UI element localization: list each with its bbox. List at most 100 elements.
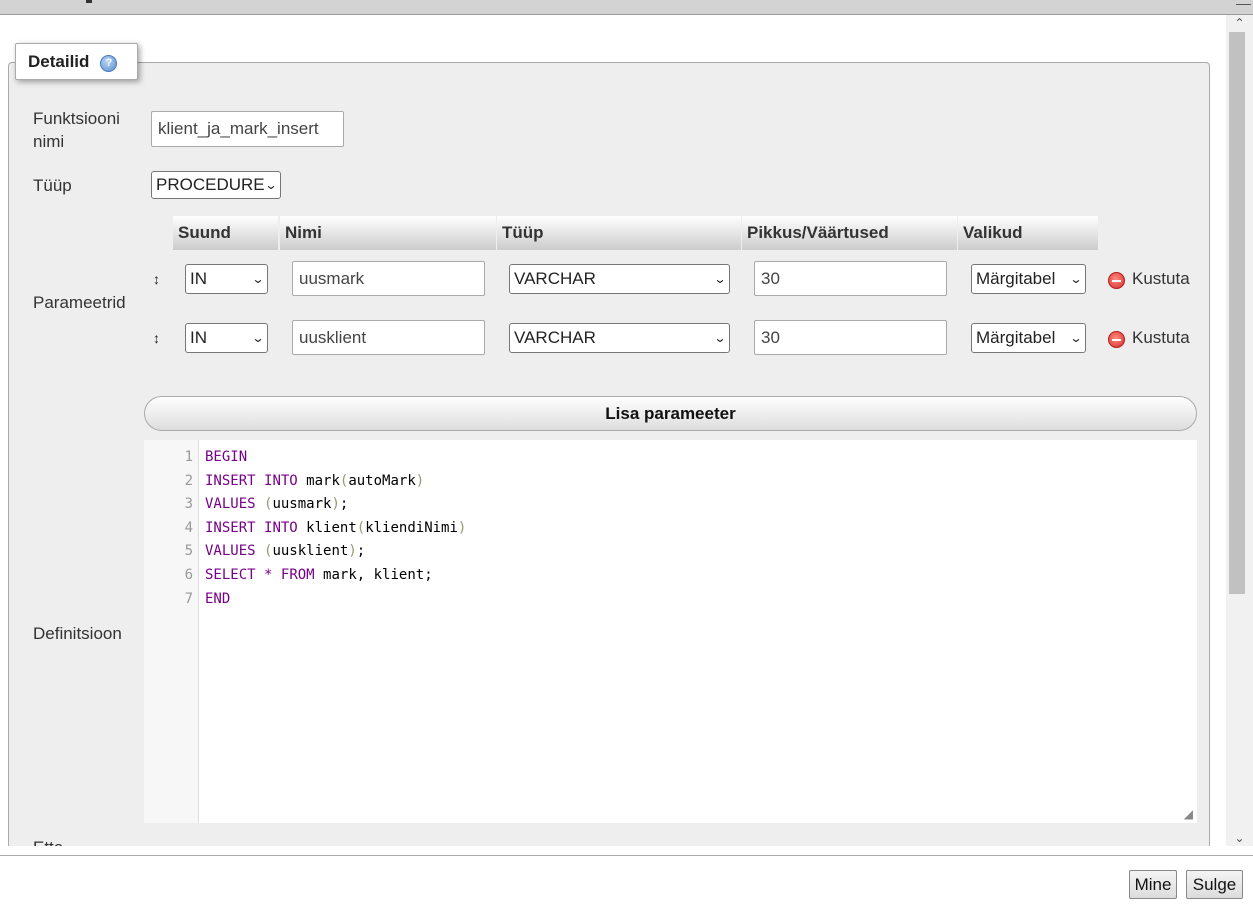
go-button[interactable]: Mine xyxy=(1129,870,1177,899)
parameters-label: Parameetrid xyxy=(33,293,126,312)
sql-bracket: ) xyxy=(348,543,357,559)
help-icon[interactable]: ? xyxy=(100,54,118,72)
delete-param-link[interactable]: Kustuta xyxy=(1132,328,1190,348)
line-number: 3 xyxy=(184,496,193,512)
details-legend: Detailid ? xyxy=(15,43,138,80)
sql-identifier: mark xyxy=(306,473,340,489)
line-number: 7 xyxy=(184,591,193,607)
sql-identifier: klient xyxy=(306,520,357,536)
code-line: BEGIN xyxy=(205,449,247,465)
resize-handle-icon[interactable]: ◢ xyxy=(1184,807,1193,821)
col-header-type: Tüüp xyxy=(497,216,741,250)
col-header-length: Pikkus/Väärtused xyxy=(742,216,957,250)
line-number: 2 xyxy=(184,473,193,489)
line-number: 4 xyxy=(184,520,193,536)
sql-keyword: BEGIN xyxy=(205,449,248,465)
sql-keyword: END xyxy=(205,591,231,607)
param-direction-value: IN xyxy=(190,328,207,347)
col-header-direction: Suund xyxy=(173,216,278,250)
window-control-fragment[interactable] xyxy=(1236,0,1251,5)
code-line: END xyxy=(205,591,230,607)
code-line: INSERT INTO klient(kliendiNimi) xyxy=(205,520,466,536)
partial-label: Ette xyxy=(33,836,63,846)
delete-icon[interactable] xyxy=(1108,331,1125,348)
window-top-bar xyxy=(0,0,1253,15)
sql-bracket: ) xyxy=(415,473,425,489)
vertical-scrollbar[interactable]: ⌃ ⌄ xyxy=(1226,15,1253,846)
param-length-value: 30 xyxy=(761,327,780,347)
param-options-value: Märgitabel xyxy=(976,269,1056,288)
sql-keyword: VALUES xyxy=(205,543,256,559)
chevron-down-icon: ⌄ xyxy=(1069,272,1083,286)
param-length-input[interactable]: 30 xyxy=(754,261,947,296)
param-options-select[interactable]: Märgitabel ⌄ xyxy=(971,264,1086,294)
sql-bracket: ( xyxy=(356,520,366,536)
close-button[interactable]: Sulge xyxy=(1186,870,1243,899)
function-name-value: klient_ja_mark_insert xyxy=(158,119,319,138)
drag-handle-icon[interactable]: ↕ xyxy=(153,271,160,287)
chevron-down-icon: ⌄ xyxy=(713,272,727,286)
sql-keyword: VALUES xyxy=(205,496,256,512)
col-header-options: Valikud xyxy=(958,216,1098,250)
drag-handle-icon[interactable]: ↕ xyxy=(153,330,160,346)
sql-terminator: ; xyxy=(356,543,366,559)
code-line: VALUES (uusklient); xyxy=(205,543,365,559)
param-options-value: Märgitabel xyxy=(976,328,1056,347)
sql-keyword: INSERT xyxy=(205,473,256,489)
routine-type-select[interactable]: PROCEDURE ⌄ xyxy=(151,171,281,199)
sql-bracket: ) xyxy=(331,496,340,512)
chevron-down-icon: ⌄ xyxy=(713,331,727,345)
scroll-down-icon[interactable]: ⌄ xyxy=(1226,830,1253,846)
sql-keyword: SELECT xyxy=(205,567,256,583)
code-line: SELECT * FROM mark, klient; xyxy=(205,567,433,583)
line-number: 6 xyxy=(184,567,193,583)
chevron-down-icon: ⌄ xyxy=(1069,331,1083,345)
definition-code-editor[interactable]: 1 2 3 4 5 6 7 BEGIN INSERT INTO mark(aut… xyxy=(144,440,1197,823)
line-number: 1 xyxy=(184,449,193,465)
sql-terminator: ; xyxy=(339,496,349,512)
add-parameter-button[interactable]: Lisa parameeter xyxy=(144,396,1197,431)
type-label: Tüüp xyxy=(33,176,72,195)
chevron-down-icon: ⌄ xyxy=(251,331,265,345)
sql-keyword: INSERT xyxy=(205,520,256,536)
sql-argument: kliendiNimi xyxy=(365,520,458,536)
sql-keyword: INTO xyxy=(264,520,298,536)
param-length-value: 30 xyxy=(761,268,780,288)
param-length-input[interactable]: 30 xyxy=(754,320,947,355)
code-line: VALUES (uusmark); xyxy=(205,496,348,512)
details-legend-label: Detailid xyxy=(28,51,90,71)
delete-icon[interactable] xyxy=(1108,272,1125,289)
sql-keyword: FROM xyxy=(280,567,315,583)
sql-keyword: INTO xyxy=(264,473,298,489)
sql-identifier: mark, klient; xyxy=(323,567,433,583)
col-header-name: Nimi xyxy=(280,216,496,250)
dialog-content: Detailid ? Funktsiooni nimi klient_ja_ma… xyxy=(0,15,1226,846)
param-type-select[interactable]: VARCHAR ⌄ xyxy=(509,264,730,294)
param-name-input[interactable]: uusmark xyxy=(292,261,485,296)
function-name-input[interactable]: klient_ja_mark_insert xyxy=(151,111,344,147)
scroll-up-icon[interactable]: ⌃ xyxy=(1226,15,1253,31)
function-name-label-line2: nimi xyxy=(33,132,65,151)
param-name-value: uusklient xyxy=(299,327,367,347)
sql-argument: uusmark xyxy=(272,496,332,512)
title-fragment xyxy=(86,0,92,3)
line-number: 5 xyxy=(184,543,193,559)
param-type-select[interactable]: VARCHAR ⌄ xyxy=(509,323,730,353)
param-name-input[interactable]: uusklient xyxy=(292,320,485,355)
sql-operator: * xyxy=(264,567,273,583)
param-direction-select[interactable]: IN ⌄ xyxy=(185,264,268,294)
param-options-select[interactable]: Märgitabel ⌄ xyxy=(971,323,1086,353)
function-name-label-line1: Funktsiooni xyxy=(33,109,120,128)
param-direction-select[interactable]: IN ⌄ xyxy=(185,323,268,353)
routine-type-value: PROCEDURE xyxy=(156,175,265,194)
sql-argument: autoMark xyxy=(348,473,416,489)
sql-bracket: ) xyxy=(457,520,467,536)
delete-param-link[interactable]: Kustuta xyxy=(1132,269,1190,289)
scrollbar-thumb[interactable] xyxy=(1229,32,1245,594)
sql-argument: uusklient xyxy=(272,543,349,559)
param-name-value: uusmark xyxy=(299,268,365,288)
code-line: INSERT INTO mark(autoMark) xyxy=(205,473,424,489)
param-type-value: VARCHAR xyxy=(514,328,596,347)
definition-label: Definitsioon xyxy=(33,624,122,643)
chevron-down-icon: ⌄ xyxy=(251,272,265,286)
